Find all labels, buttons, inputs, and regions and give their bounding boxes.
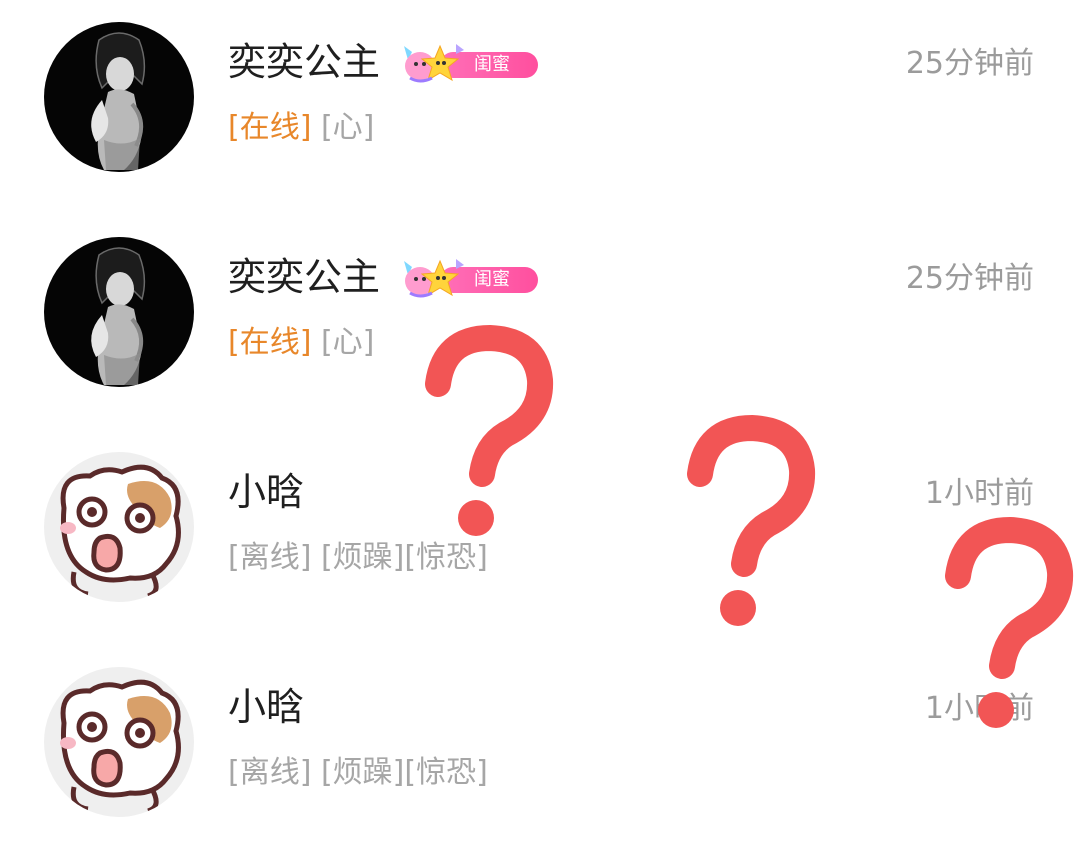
- last-seen-time: 1小时前: [924, 691, 1034, 726]
- status-line: [在线] [心]: [228, 321, 374, 365]
- status-online: [在线]: [228, 110, 312, 145]
- badge-label: 闺蜜: [474, 54, 510, 75]
- status-online: [在线]: [228, 325, 312, 360]
- anime-girl-avatar-icon: [44, 237, 194, 387]
- contact-row[interactable]: 奕奕公主 闺蜜 25分钟前 [在线] [心]: [0, 215, 1080, 415]
- cartoon-cat-avatar-icon: [44, 452, 194, 602]
- last-seen-time: 25分钟前: [905, 261, 1034, 296]
- bestie-badge: 闺蜜: [398, 255, 542, 301]
- contact-row[interactable]: 小晗 1小时前 [离线] [烦躁][惊恐]: [0, 645, 1080, 845]
- last-seen-time: 25分钟前: [905, 46, 1034, 81]
- bestie-badge: 闺蜜: [398, 40, 542, 86]
- anime-girl-avatar-icon: [44, 22, 194, 172]
- star-icon: [404, 259, 464, 298]
- avatar[interactable]: [44, 452, 194, 602]
- status-mood: [心]: [320, 325, 375, 360]
- badge-label: 闺蜜: [474, 269, 510, 290]
- star-icon: [404, 44, 464, 83]
- contact-row[interactable]: 奕奕公主 闺蜜 25分钟前 [在线] [心]: [0, 0, 1080, 200]
- last-seen-time: 1小时前: [924, 476, 1034, 511]
- status-line: [离线] [烦躁][惊恐]: [228, 536, 488, 580]
- contact-row[interactable]: 小晗 1小时前 [离线] [烦躁][惊恐]: [0, 430, 1080, 630]
- status-line: [在线] [心]: [228, 106, 374, 150]
- status-offline: [离线]: [228, 540, 312, 575]
- contact-name: 小晗: [228, 685, 305, 729]
- avatar[interactable]: [44, 22, 194, 172]
- avatar[interactable]: [44, 237, 194, 387]
- avatar[interactable]: [44, 667, 194, 817]
- contact-name: 小晗: [228, 470, 305, 514]
- contact-name: 奕奕公主: [228, 255, 381, 299]
- status-line: [离线] [烦躁][惊恐]: [228, 751, 488, 795]
- status-offline: [离线]: [228, 755, 312, 790]
- status-mood: [烦躁][惊恐]: [320, 540, 488, 575]
- status-mood: [心]: [320, 110, 375, 145]
- status-mood: [烦躁][惊恐]: [320, 755, 488, 790]
- cartoon-cat-avatar-icon: [44, 667, 194, 817]
- contact-name: 奕奕公主: [228, 40, 381, 84]
